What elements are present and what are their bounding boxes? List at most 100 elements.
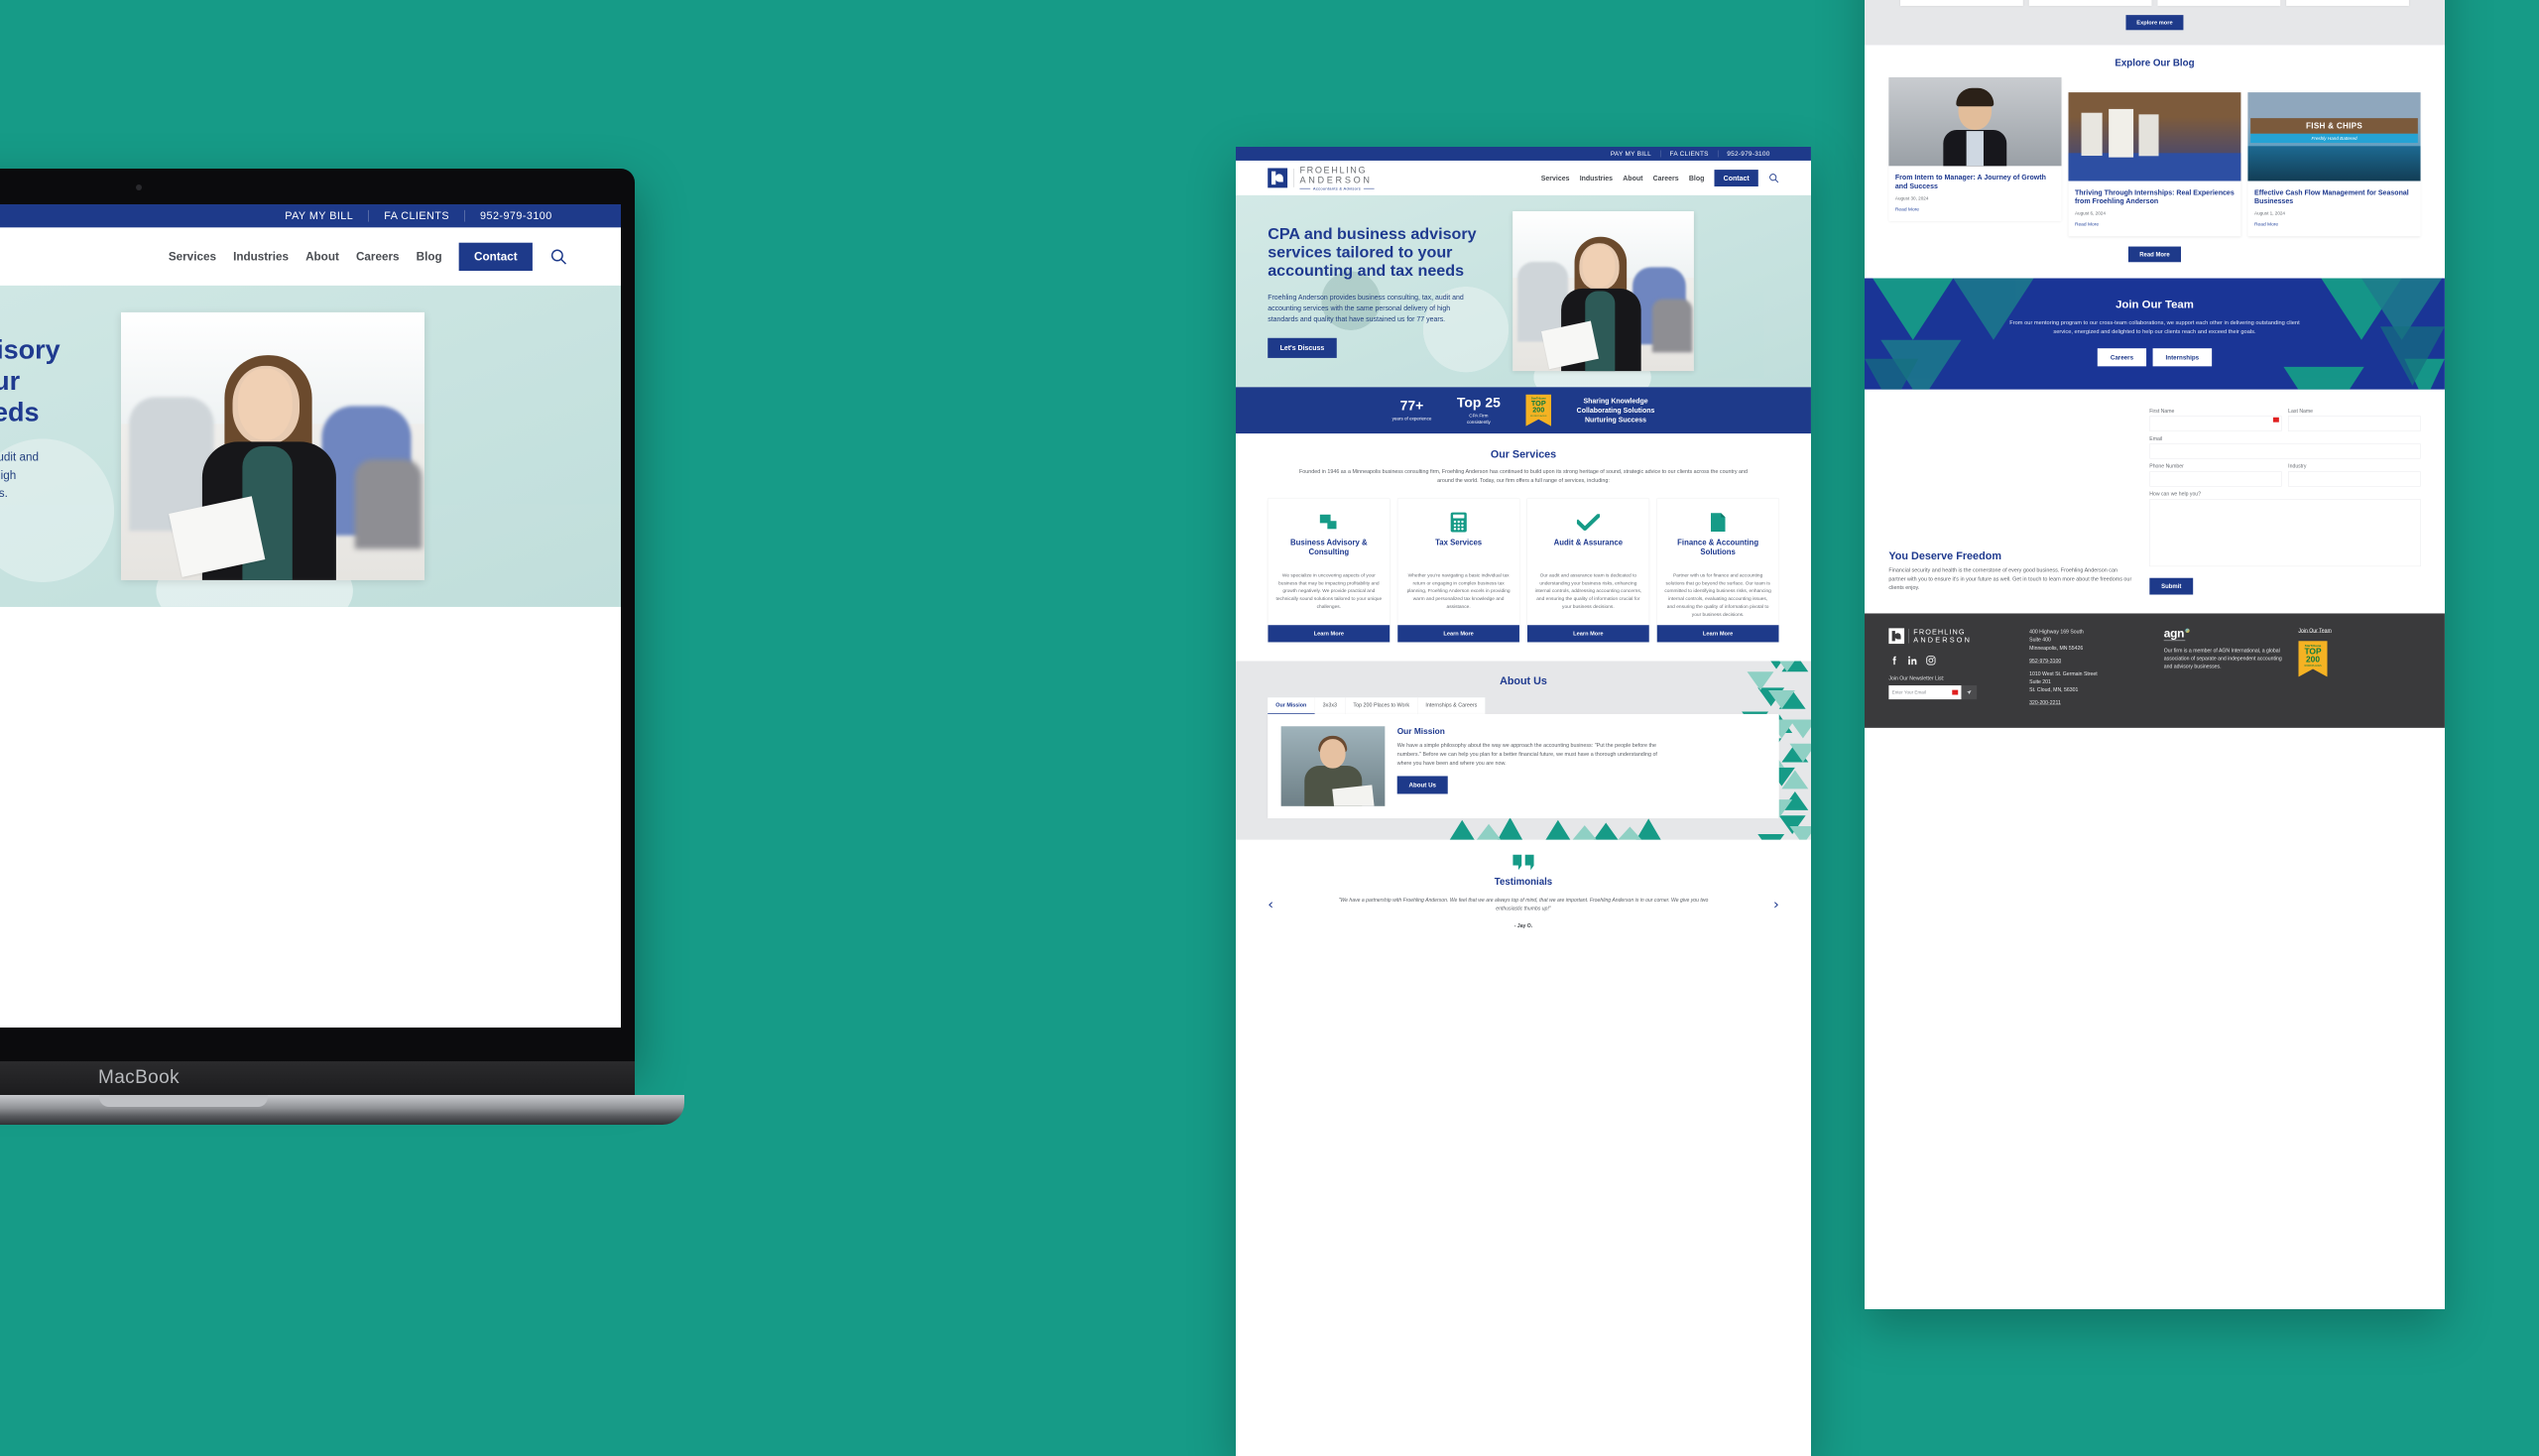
learn-more-button[interactable]: Learn More: [1268, 625, 1390, 643]
pay-my-bill-link[interactable]: PAY MY BILL: [1602, 150, 1660, 158]
nav-item-about[interactable]: About: [1623, 174, 1642, 182]
about-panel: Our Mission We have a simple philosophy …: [1268, 713, 1779, 819]
ribbon-line-2: 200: [1532, 406, 1545, 415]
utility-topbar: PAY MY BILL FA CLIENTS 952-979-3100: [0, 204, 621, 228]
about-tabs: Our Mission 3x3x3 Top 200 Places to Work…: [1268, 697, 1779, 714]
service-card[interactable]: Finance & Accounting Solutions Partner w…: [1656, 498, 1779, 643]
address2-line1: 1010 West St. Germain Street: [2029, 670, 2098, 677]
careers-button[interactable]: Careers: [2097, 348, 2147, 367]
nav-item-services[interactable]: Services: [1541, 174, 1570, 182]
team-member-card[interactable]: PARTNER, COO Richard A. Wiethorn CPA, AB…: [2028, 0, 2152, 6]
newsletter-email-input[interactable]: Enter Your Email: [1888, 684, 1962, 700]
industry-input[interactable]: [2288, 471, 2421, 487]
quote-mark-icon: [1511, 854, 1536, 871]
linkedin-icon[interactable]: [1907, 655, 1918, 666]
contact-button[interactable]: Contact: [458, 242, 533, 271]
first-name-field-group: First Name: [2149, 409, 2282, 431]
fa-clients-link[interactable]: FA CLIENTS: [369, 209, 464, 222]
phone-input[interactable]: [2149, 471, 2282, 487]
chevron-right-icon[interactable]: ›: [1773, 898, 1779, 911]
footer-logo[interactable]: FROEHLING ANDERSON: [1888, 628, 2016, 645]
blog-card-read-more-link[interactable]: Read More: [1895, 206, 2055, 212]
contact-button[interactable]: Contact: [1714, 169, 1758, 186]
nav-item-industries[interactable]: Industries: [1580, 174, 1613, 182]
search-icon[interactable]: [1768, 173, 1779, 183]
team-member-card[interactable]: PARTNER Wade Christensen CPA: [2157, 0, 2281, 6]
last-name-field-group: Last Name: [2288, 409, 2421, 431]
join-body: From our mentoring program to our cross-…: [2009, 318, 2300, 335]
learn-more-button[interactable]: Learn More: [1397, 625, 1519, 643]
join-our-team-link[interactable]: Join Our Team: [2298, 628, 2331, 634]
service-card[interactable]: Tax Services Whether you're navigating a…: [1396, 498, 1520, 643]
about-us-button[interactable]: About Us: [1396, 776, 1448, 794]
nav-item-industries[interactable]: Industries: [233, 250, 289, 264]
join-content: Join Our Team From our mentoring program…: [1888, 298, 2420, 367]
blog-card-title: Thriving Through Internships: Real Exper…: [2074, 187, 2235, 205]
services-intro: Founded in 1946 as a Minneapolis busines…: [1299, 468, 1748, 484]
join-buttons: Careers Internships: [1888, 348, 2420, 367]
blog-image-sign-text: FISH & CHIPS: [2250, 117, 2418, 134]
nav-item-careers[interactable]: Careers: [1653, 174, 1679, 182]
instagram-icon[interactable]: [1925, 655, 1936, 666]
blog-card-read-more-link[interactable]: Read More: [2075, 221, 2235, 227]
footer-phone-1-link[interactable]: 952-979-3100: [2029, 657, 2061, 665]
pay-my-bill-link[interactable]: PAY MY BILL: [270, 209, 369, 222]
team-member-card[interactable]: PARTNER, CEO David F. Benusa CPA, MBT: [1899, 0, 2023, 6]
email-input[interactable]: [2149, 443, 2421, 459]
tab-top-200-places-to-work[interactable]: Top 200 Places to Work: [1345, 697, 1418, 714]
nav-item-about[interactable]: About: [305, 250, 339, 264]
service-card-title: Business Advisory & Consulting: [1290, 538, 1368, 556]
blog-card[interactable]: Thriving Through Internships: Real Exper…: [2068, 91, 2241, 237]
nav-item-careers[interactable]: Careers: [356, 250, 400, 264]
fa-clients-link[interactable]: FA CLIENTS: [1660, 150, 1717, 158]
first-name-input[interactable]: [2149, 416, 2282, 431]
hero-section: CPA and business advisory services tailo…: [0, 285, 621, 607]
hero-copy: CPA and business advisory services tailo…: [1268, 224, 1497, 359]
nav-item-services[interactable]: Services: [169, 250, 216, 264]
industry-field-group: Industry: [2288, 463, 2421, 487]
explore-more-button[interactable]: Explore more: [2125, 14, 2184, 31]
utility-topbar: PAY MY BILL FA CLIENTS 952-979-3100: [1236, 147, 1811, 161]
logo-divider: [1908, 628, 1909, 644]
service-card[interactable]: Audit & Assurance Our audit and assuranc…: [1526, 498, 1649, 643]
tab-our-mission[interactable]: Our Mission: [1268, 697, 1315, 714]
site-logo[interactable]: FROEHLING ANDERSON Accountants & Advisor…: [1268, 165, 1374, 190]
submit-button[interactable]: Submit: [2149, 577, 2194, 595]
blog-card[interactable]: FISH & CHIPS Freshly Hand Battered Effec…: [2247, 91, 2421, 237]
internships-button[interactable]: Internships: [2152, 348, 2213, 367]
last-name-input[interactable]: [2288, 416, 2421, 431]
macbook-screen-content: PAY MY BILL FA CLIENTS 952-979-3100 FROE…: [0, 204, 621, 1028]
stat-rank-label-2: consistently: [1466, 419, 1491, 425]
learn-more-button[interactable]: Learn More: [1527, 625, 1649, 643]
nav-item-blog[interactable]: Blog: [417, 250, 442, 264]
tagline-line-1: Sharing Knowledge: [1583, 397, 1648, 406]
footer-phone-2-link[interactable]: 320-200-2211: [2029, 699, 2061, 707]
facebook-icon[interactable]: [1888, 655, 1899, 666]
service-card-body: Partner with us for finance and accounti…: [1664, 572, 1771, 617]
nav-item-blog[interactable]: Blog: [1689, 174, 1705, 182]
message-textarea[interactable]: [2149, 499, 2421, 567]
tab-3x3x3[interactable]: 3x3x3: [1314, 697, 1346, 714]
blog-card-read-more-link[interactable]: Read More: [2254, 221, 2414, 227]
footer-logo-wordmark: FROEHLING ANDERSON: [1913, 628, 1972, 644]
phone-link[interactable]: 952-979-3100: [465, 209, 567, 222]
newsletter-submit-button[interactable]: [1961, 684, 1978, 700]
service-card[interactable]: Business Advisory & Consulting We specia…: [1268, 498, 1390, 643]
logo-line-1: FROEHLING: [1299, 165, 1368, 176]
search-icon[interactable]: [549, 248, 567, 266]
learn-more-button[interactable]: Learn More: [1656, 625, 1779, 643]
blog-read-more-button[interactable]: Read More: [2127, 246, 2182, 263]
address1-line1: 400 Highway 169 South: [2029, 629, 2084, 635]
phone-link[interactable]: 952-979-3100: [1718, 150, 1779, 158]
service-card-body: Whether you're navigating a basic indivi…: [1406, 572, 1511, 610]
chevron-left-icon[interactable]: ‹: [1268, 898, 1273, 911]
stat-rank-value: Top 25: [1456, 394, 1501, 411]
calculator-icon: [1404, 508, 1512, 538]
message-label: How can we help you?: [2149, 491, 2202, 498]
agn-description: Our firm is a member of AGN Internationa…: [2163, 648, 2282, 669]
main-navigation: Services Industries About Careers Blog C…: [1541, 169, 1779, 186]
tab-internships-careers[interactable]: Internships & Careers: [1417, 697, 1486, 714]
team-member-card[interactable]: PARTNER Alan J. Delage CPA, JD, LLM: [2286, 0, 2409, 6]
blog-card[interactable]: From Intern to Manager: A Journey of Gro…: [1888, 76, 2062, 222]
lets-discuss-button[interactable]: Let's Discuss: [1268, 337, 1337, 359]
